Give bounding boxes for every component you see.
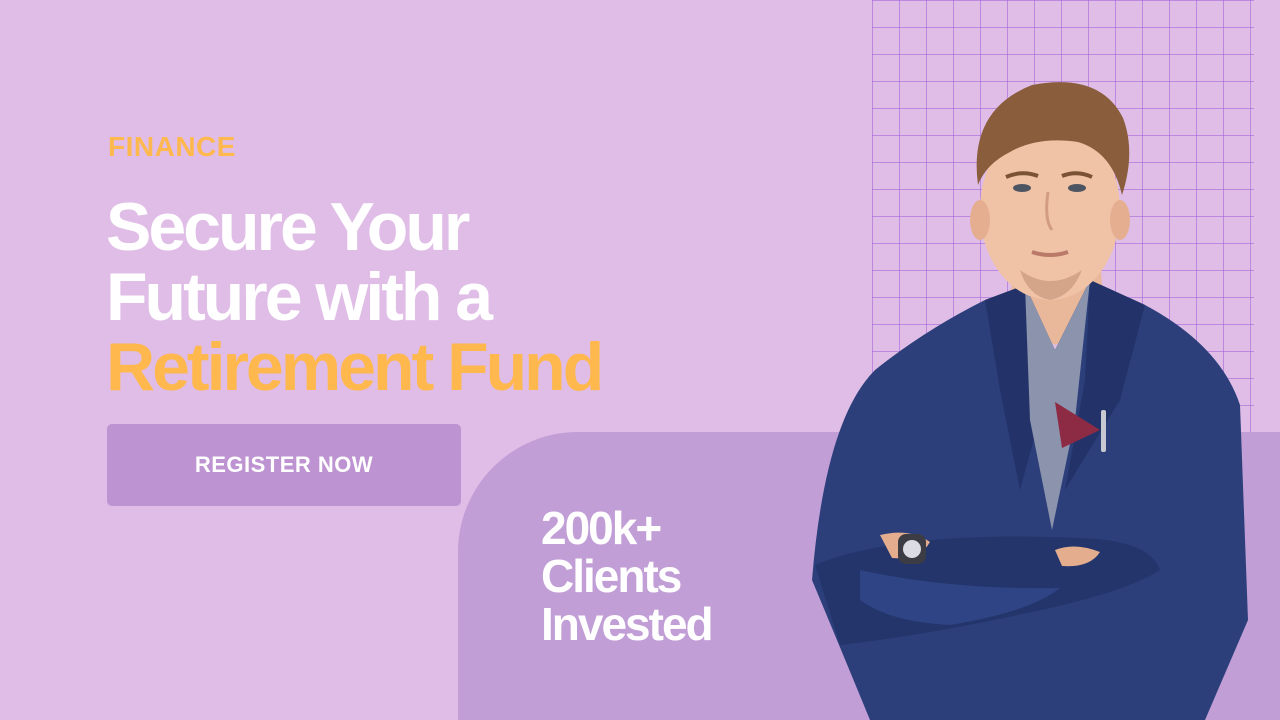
headline-line-2: Future with a <box>106 259 493 335</box>
headline-line-1: Secure Your <box>106 189 470 265</box>
headline-highlight: Retirement Fund <box>106 329 604 405</box>
clients-stat: 200k+ Clients Invested <box>541 502 714 650</box>
stat-line-3: Invested <box>541 598 714 650</box>
stat-line-2: Clients <box>541 550 682 602</box>
headline: Secure Your Future with a Retirement Fun… <box>106 189 604 405</box>
register-now-button[interactable]: REGISTER NOW <box>107 424 461 506</box>
category-label: FINANCE <box>108 131 236 162</box>
stat-number: 200k+ <box>541 502 662 554</box>
businessman-photo <box>812 82 1248 720</box>
